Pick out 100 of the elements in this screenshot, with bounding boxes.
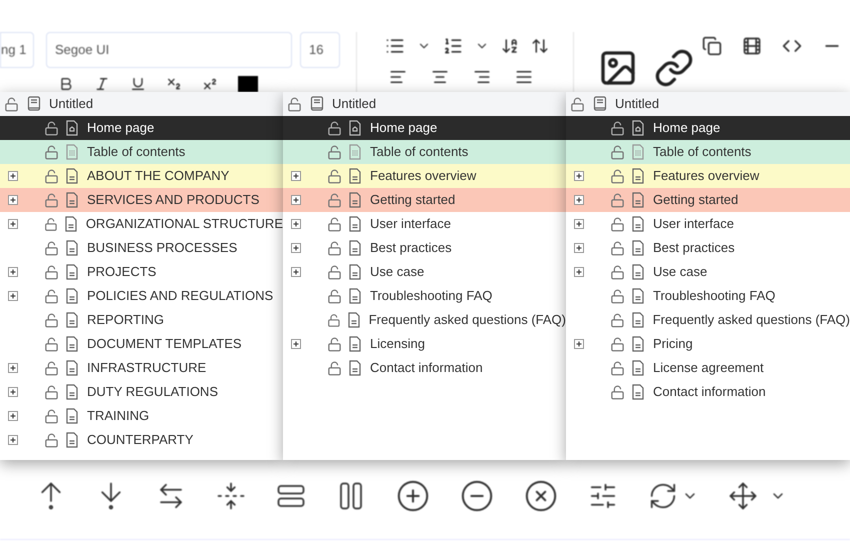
tree-item[interactable]: Getting started <box>566 188 850 212</box>
unlock-icon[interactable] <box>44 336 59 352</box>
sort-icon[interactable] <box>501 37 519 55</box>
tree-item[interactable]: TRAINING <box>0 404 283 428</box>
unlock-icon[interactable] <box>44 384 59 400</box>
unlock-icon[interactable] <box>44 264 59 280</box>
tree-item[interactable]: Licensing <box>283 332 566 356</box>
tree-item[interactable]: Features overview <box>566 164 850 188</box>
unlock-icon[interactable] <box>44 144 59 160</box>
tree-item[interactable]: ORGANIZATIONAL STRUCTURE <box>0 212 283 236</box>
tree-item[interactable]: DOCUMENT TEMPLATES <box>0 332 283 356</box>
link-icon[interactable] <box>654 48 694 88</box>
unlock-icon[interactable] <box>4 96 19 112</box>
tree-item[interactable]: Troubleshooting FAQ <box>566 284 850 308</box>
tree-item[interactable]: Pricing <box>566 332 850 356</box>
tree-item[interactable]: Best practices <box>566 236 850 260</box>
unlock-icon[interactable] <box>610 240 625 256</box>
remove-icon[interactable] <box>460 478 494 512</box>
tree-item[interactable]: Frequently asked questions (FAQ) <box>283 308 566 332</box>
expand-icon[interactable] <box>574 243 584 253</box>
tree-item[interactable]: PROJECTS <box>0 260 283 284</box>
tree-item[interactable]: Best practices <box>283 236 566 260</box>
tree-item[interactable]: License agreement <box>566 356 850 380</box>
expand-icon[interactable] <box>574 339 584 349</box>
tree-item[interactable]: POLICIES AND REGULATIONS <box>0 284 283 308</box>
expand-icon[interactable] <box>8 363 18 373</box>
unlock-icon[interactable] <box>327 336 342 352</box>
unlock-icon[interactable] <box>610 264 625 280</box>
unlock-icon[interactable] <box>610 144 625 160</box>
unlock-icon[interactable] <box>610 288 625 304</box>
tree-item[interactable]: User interface <box>283 212 566 236</box>
tree-item[interactable]: Table of contents <box>0 140 283 164</box>
expand-icon[interactable] <box>574 195 584 205</box>
unlock-icon[interactable] <box>44 240 59 256</box>
unlock-icon[interactable] <box>327 264 342 280</box>
tree-item[interactable]: Contact information <box>566 380 850 404</box>
tree-item[interactable]: COUNTERPARTY <box>0 428 283 452</box>
unlock-icon[interactable] <box>327 216 342 232</box>
tree-item[interactable]: Home page <box>566 116 850 140</box>
subscript-icon[interactable] <box>166 76 182 92</box>
expand-icon[interactable] <box>8 291 18 301</box>
tree-item[interactable]: Table of contents <box>566 140 850 164</box>
unlock-icon[interactable] <box>610 336 625 352</box>
unlock-icon[interactable] <box>610 216 625 232</box>
underline-icon[interactable] <box>130 76 146 92</box>
tree-root-label[interactable]: Untitled <box>615 94 660 114</box>
expand-icon[interactable] <box>574 267 584 277</box>
unlock-icon[interactable] <box>327 168 342 184</box>
unlock-icon[interactable] <box>44 288 59 304</box>
tree-item[interactable]: Home page <box>0 116 283 140</box>
unlock-icon[interactable] <box>44 408 59 424</box>
italic-icon[interactable] <box>94 76 110 92</box>
align-justify-icon[interactable] <box>515 68 533 86</box>
unlock-icon[interactable] <box>287 96 302 112</box>
unlock-icon[interactable] <box>44 360 59 376</box>
tree-item[interactable]: Features overview <box>283 164 566 188</box>
unlock-icon[interactable] <box>327 312 341 328</box>
expand-icon[interactable] <box>291 339 301 349</box>
tree-item[interactable]: Frequently asked questions (FAQ) <box>566 308 850 332</box>
tree-item[interactable]: Contact information <box>283 356 566 380</box>
unlock-icon[interactable] <box>327 120 342 136</box>
unlock-icon[interactable] <box>610 312 625 328</box>
tree-item[interactable]: REPORTING <box>0 308 283 332</box>
expand-icon[interactable] <box>8 219 18 229</box>
unlock-icon[interactable] <box>44 192 59 208</box>
tree-item[interactable]: SERVICES AND PRODUCTS <box>0 188 283 212</box>
unlock-icon[interactable] <box>44 168 59 184</box>
unlock-icon[interactable] <box>327 144 342 160</box>
move-icon[interactable] <box>728 480 758 510</box>
tree-item[interactable]: Table of contents <box>283 140 566 164</box>
unlock-icon[interactable] <box>327 288 342 304</box>
expand-icon[interactable] <box>291 243 301 253</box>
tree-item[interactable]: Use case <box>566 260 850 284</box>
unlock-icon[interactable] <box>44 216 58 232</box>
tree-root-label[interactable]: Untitled <box>332 94 376 114</box>
superscript-icon[interactable] <box>202 76 218 92</box>
unlock-icon[interactable] <box>610 168 625 184</box>
unlock-icon[interactable] <box>327 360 342 376</box>
expand-icon[interactable] <box>8 195 18 205</box>
tree-item[interactable]: User interface <box>566 212 850 236</box>
align-center-icon[interactable] <box>431 68 449 86</box>
tree-item[interactable]: BUSINESS PROCESSES <box>0 236 283 260</box>
delete-icon[interactable] <box>524 478 558 512</box>
expand-icon[interactable] <box>8 387 18 397</box>
expand-icon[interactable] <box>291 219 301 229</box>
align-right-icon[interactable] <box>473 68 491 86</box>
copy-icon[interactable] <box>702 36 722 56</box>
align-left-icon[interactable] <box>389 68 407 86</box>
expand-icon[interactable] <box>8 171 18 181</box>
tree-item[interactable]: Getting started <box>283 188 566 212</box>
unlock-icon[interactable] <box>610 360 625 376</box>
line-spacing-icon[interactable] <box>531 37 549 55</box>
unlock-icon[interactable] <box>610 384 625 400</box>
tree-item[interactable]: INFRASTRUCTURE <box>0 356 283 380</box>
expand-icon[interactable] <box>574 171 584 181</box>
tree-root-label[interactable]: Untitled <box>49 94 94 114</box>
tree-item[interactable]: ABOUT THE COMPANY <box>0 164 283 188</box>
expand-icon[interactable] <box>8 435 18 445</box>
expand-icon[interactable] <box>291 171 301 181</box>
unlock-icon[interactable] <box>44 120 59 136</box>
